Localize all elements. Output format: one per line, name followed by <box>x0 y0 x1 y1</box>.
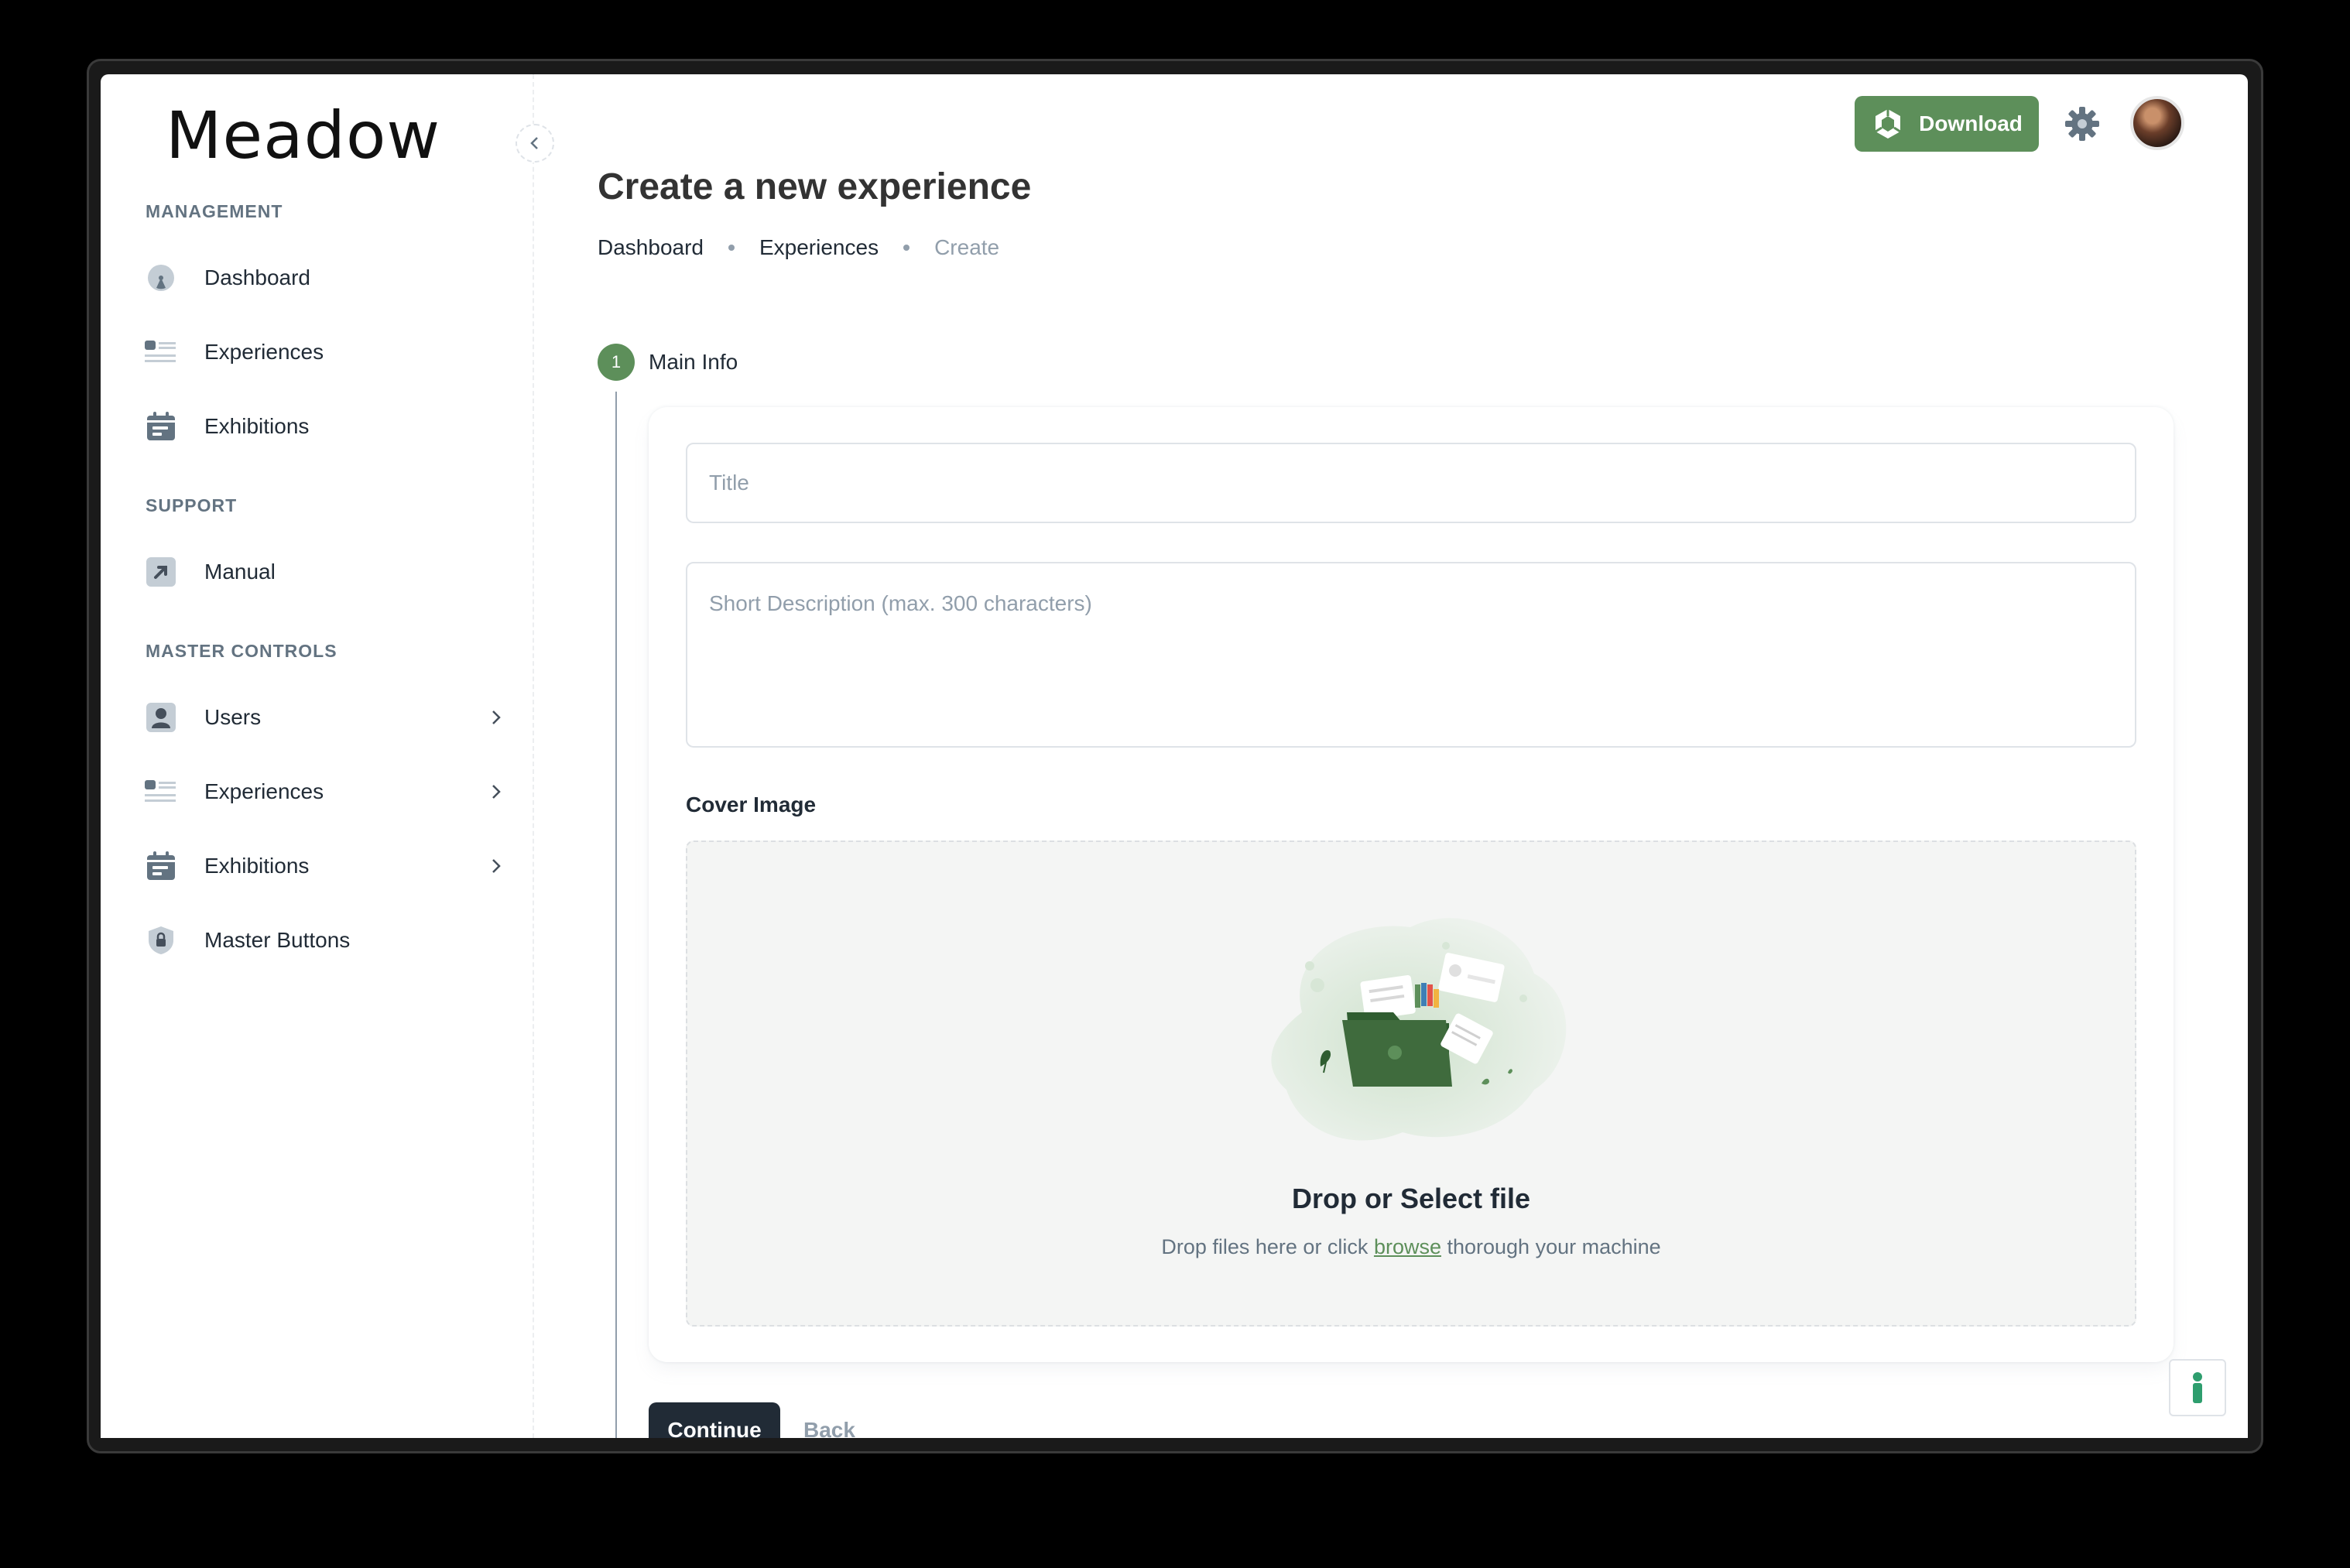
user-icon <box>144 700 178 734</box>
step-number-badge: 1 <box>598 344 635 381</box>
download-button[interactable]: Download <box>1855 96 2039 152</box>
breadcrumb-separator <box>728 245 735 251</box>
breadcrumb-create: Create <box>934 235 1000 259</box>
app-logo[interactable]: Meadow <box>166 98 440 173</box>
sidebar-item-master-experiences[interactable]: Experiences <box>144 765 516 819</box>
help-widget-button[interactable] <box>2169 1359 2226 1416</box>
section-title-management: MANAGEMENT <box>146 201 283 221</box>
sidebar-item-exhibitions[interactable]: Exhibitions <box>144 399 516 454</box>
calendar-icon <box>144 849 178 883</box>
sidebar-item-label: Users <box>204 705 262 729</box>
short-description-textarea[interactable] <box>686 562 2136 748</box>
download-button-label: Download <box>1919 111 2023 135</box>
dropzone-subtitle-suffix: thorough your machine <box>1440 1235 1661 1258</box>
chevron-left-icon <box>530 137 538 149</box>
dropzone-subtitle-prefix: Drop files here or click <box>1161 1235 1374 1258</box>
collapse-sidebar-button[interactable] <box>516 124 554 163</box>
avatar[interactable] <box>2130 96 2184 150</box>
sidebar: Meadow MANAGEMENT Dashboard Experiences … <box>101 74 534 1438</box>
sidebar-item-users[interactable]: Users <box>144 690 516 745</box>
list-icon <box>144 335 178 369</box>
cover-image-dropzone[interactable]: Drop or Select file Drop files here or c… <box>686 840 2136 1327</box>
step-connector-line <box>615 392 617 1438</box>
sidebar-item-label: Exhibitions <box>204 854 310 878</box>
gear-icon[interactable] <box>2064 105 2101 142</box>
external-link-icon <box>144 555 178 589</box>
breadcrumb: Dashboard Experiences Create <box>598 235 999 260</box>
cover-image-label: Cover Image <box>686 793 817 817</box>
section-title-support: SUPPORT <box>146 495 238 515</box>
step-label: Main Info <box>649 350 738 374</box>
title-input[interactable] <box>686 443 2136 523</box>
sidebar-item-master-buttons[interactable]: Master Buttons <box>144 913 516 967</box>
sidebar-item-label: Master Buttons <box>204 928 351 952</box>
sidebar-item-label: Manual <box>204 560 276 584</box>
sidebar-item-label: Experiences <box>204 340 324 364</box>
sidebar-item-label: Experiences <box>204 779 324 803</box>
breadcrumb-dashboard[interactable]: Dashboard <box>598 235 704 260</box>
section-title-master-controls: MASTER CONTROLS <box>146 641 337 661</box>
sidebar-item-experiences[interactable]: Experiences <box>144 325 516 379</box>
sidebar-item-manual[interactable]: Manual <box>144 545 516 599</box>
sidebar-item-label: Exhibitions <box>204 414 310 438</box>
upload-folder-illustration <box>1271 918 1567 1141</box>
page-title: Create a new experience <box>598 166 1032 207</box>
person-icon <box>2193 1372 2202 1403</box>
chevron-right-icon <box>485 854 508 878</box>
lock-icon <box>144 923 178 957</box>
breadcrumb-separator <box>903 245 910 251</box>
main-info-card: Cover Image <box>649 407 2174 1362</box>
app-window: Meadow MANAGEMENT Dashboard Experiences … <box>101 74 2248 1438</box>
sidebar-item-master-exhibitions[interactable]: Exhibitions <box>144 839 516 893</box>
chevron-right-icon <box>485 780 508 803</box>
chevron-right-icon <box>485 706 508 729</box>
browse-link[interactable]: browse <box>1374 1235 1441 1258</box>
sidebar-item-dashboard[interactable]: Dashboard <box>144 251 516 305</box>
breadcrumb-experiences[interactable]: Experiences <box>759 235 879 260</box>
list-icon <box>144 775 178 809</box>
back-button[interactable]: Back <box>803 1418 855 1438</box>
continue-button[interactable]: Continue <box>649 1402 780 1438</box>
sidebar-item-label: Dashboard <box>204 265 310 289</box>
unity-icon <box>1875 109 1901 139</box>
calendar-icon <box>144 409 178 443</box>
dropzone-title: Drop or Select file <box>1291 1183 1531 1214</box>
dropzone-subtitle: Drop files here or click browse thorough… <box>687 1235 2135 1259</box>
dashboard-icon <box>144 261 178 295</box>
